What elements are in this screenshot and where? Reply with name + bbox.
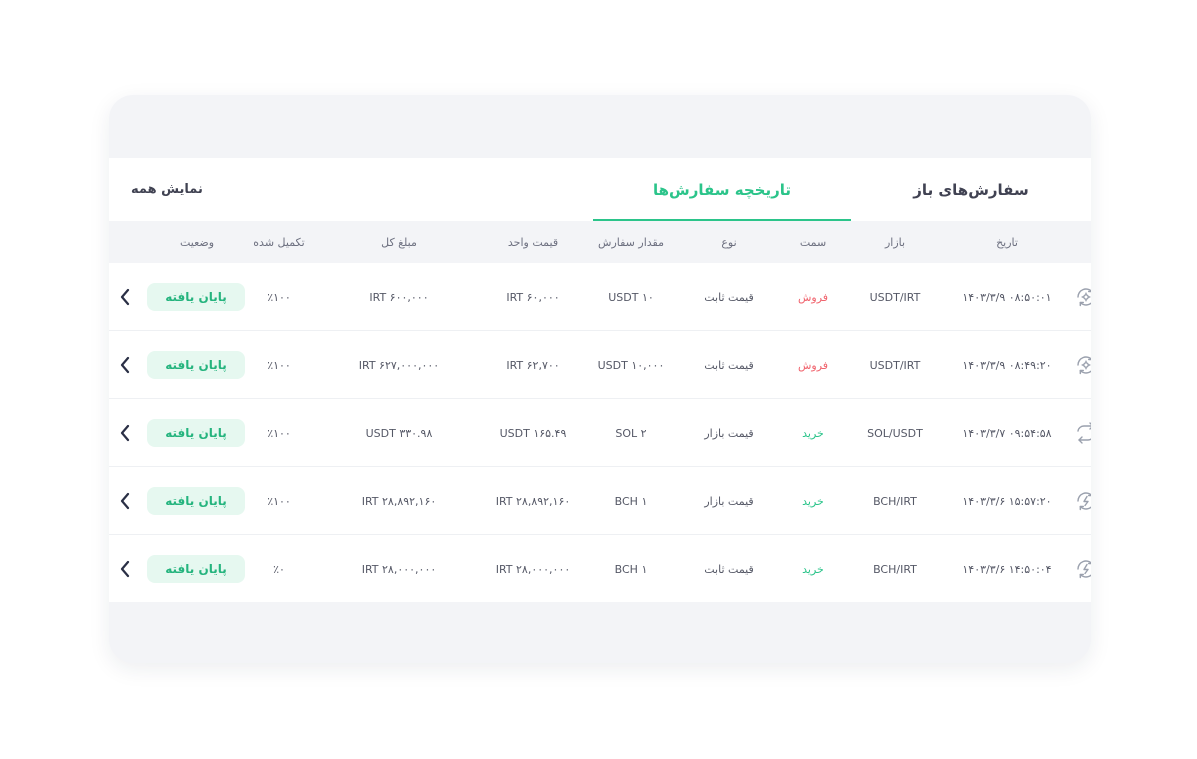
cell-type: قیمت ثابت: [704, 358, 754, 372]
cell-unit-price: IRT ۲۸,۰۰۰,۰۰۰: [495, 562, 571, 576]
table-row[interactable]: ۱۴۰۳/۳/۶ ۱۴:۵۰:۰۴ BCH/IRT خرید قیمت ثابت BCH…: [109, 535, 1091, 603]
cell-total: IRT ۲۸,۰۰۰,۰۰۰: [361, 562, 437, 576]
cell-total: IRT ۲۸,۸۹۲,۱۶۰: [361, 494, 437, 508]
header-side: سمت: [799, 235, 827, 249]
header-amount: مقدار سفارش: [598, 235, 664, 249]
lightning-refresh-icon: [1073, 489, 1091, 513]
chevron-left-icon[interactable]: [115, 489, 135, 513]
cell-total: USDT ۳۳۰.۹۸: [365, 426, 433, 440]
cell-filled: ٪۱۰۰: [267, 426, 291, 440]
tab-order-history[interactable]: تاریخچه سفارش‌ها: [593, 158, 851, 221]
tabs-bar: سفارش‌های باز تاریخچه سفارش‌ها نمایش همه: [109, 158, 1091, 221]
chevron-left-icon[interactable]: [115, 353, 135, 377]
status-badge: پایان یافته: [147, 351, 245, 379]
lightning-refresh-icon: [1073, 557, 1091, 581]
chevron-left-icon[interactable]: [115, 557, 135, 581]
cell-amount: SOL ۲: [615, 426, 647, 440]
header-filled: تکمیل شده: [253, 235, 305, 249]
status-badge: پایان یافته: [147, 555, 245, 583]
orders-panel: سفارش‌های باز تاریخچه سفارش‌ها نمایش همه…: [109, 158, 1091, 602]
cell-amount: BCH ۱: [614, 494, 648, 508]
cell-side: خرید: [802, 562, 824, 576]
cell-type: قیمت ثابت: [704, 290, 754, 304]
cell-filled: ٪۱۰۰: [267, 290, 291, 304]
cell-unit-price: IRT ۶۲,۷۰۰: [506, 358, 560, 372]
chevron-left-icon[interactable]: [115, 421, 135, 445]
cell-filled: ٪۱۰۰: [267, 358, 291, 372]
cell-market: SOL/USDT: [867, 426, 923, 440]
cell-date: ۱۴۰۳/۳/۷ ۰۹:۵۴:۵۸: [962, 426, 1052, 440]
cell-side: خرید: [802, 494, 824, 508]
cell-amount: USDT ۱۰,۰۰۰: [597, 358, 665, 372]
cell-total: IRT ۶۰۰,۰۰۰: [369, 290, 429, 304]
cell-market: BCH/IRT: [873, 562, 917, 576]
table-row[interactable]: ۱۴۰۳/۳/۶ ۱۵:۵۷:۲۰ BCH/IRT خرید قیمت بازار BC…: [109, 467, 1091, 535]
table-row[interactable]: ۱۴۰۳/۳/۹ ۰۸:۵۰:۰۱ USDT/IRT فروش قیمت ثابت US…: [109, 263, 1091, 331]
cell-amount: USDT ۱۰: [608, 290, 654, 304]
cell-date: ۱۴۰۳/۳/۹ ۰۸:۴۹:۲۰: [962, 358, 1052, 372]
cell-type: قیمت ثابت: [704, 562, 754, 576]
cell-unit-price: USDT ۱۶۵.۴۹: [499, 426, 567, 440]
settings-refresh-icon: [1073, 353, 1091, 377]
cell-side: فروش: [797, 358, 829, 372]
header-date: تاریخ: [996, 235, 1018, 249]
tab-open-orders[interactable]: سفارش‌های باز: [851, 158, 1091, 221]
cell-date: ۱۴۰۳/۳/۶ ۱۴:۵۰:۰۴: [962, 562, 1052, 576]
table-header: تاریخ بازار سمت نوع مقدار سفارش قیمت واح…: [109, 221, 1091, 263]
cell-unit-price: IRT ۶۰,۰۰۰: [506, 290, 560, 304]
cell-type: قیمت بازار: [704, 426, 754, 440]
cell-side: خرید: [802, 426, 824, 440]
orders-card: سفارش‌های باز تاریخچه سفارش‌ها نمایش همه…: [109, 95, 1091, 663]
table-row[interactable]: ۱۴۰۳/۳/۹ ۰۸:۴۹:۲۰ USDT/IRT فروش قیمت ثابت US…: [109, 331, 1091, 399]
cell-total: IRT ۶۲۷,۰۰۰,۰۰۰: [358, 358, 440, 372]
cell-filled: ٪۰: [273, 562, 285, 576]
header-unit-price: قیمت واحد: [507, 235, 559, 249]
header-total: مبلغ کل: [381, 235, 417, 249]
chevron-left-icon[interactable]: [115, 285, 135, 309]
swap-arrows-icon: [1073, 421, 1091, 445]
cell-unit-price: IRT ۲۸,۸۹۲,۱۶۰: [495, 494, 571, 508]
cell-type: قیمت بازار: [704, 494, 754, 508]
header-market: بازار: [884, 235, 906, 249]
cell-market: BCH/IRT: [873, 494, 917, 508]
status-badge: پایان یافته: [147, 487, 245, 515]
cell-filled: ٪۱۰۰: [267, 494, 291, 508]
header-status: وضعیت: [179, 235, 215, 249]
show-all-link[interactable]: نمایش همه: [131, 158, 203, 221]
cell-amount: BCH ۱: [614, 562, 648, 576]
status-badge: پایان یافته: [147, 283, 245, 311]
header-type: نوع: [721, 235, 737, 249]
cell-side: فروش: [797, 290, 829, 304]
status-badge: پایان یافته: [147, 419, 245, 447]
cell-date: ۱۴۰۳/۳/۹ ۰۸:۵۰:۰۱: [962, 290, 1052, 304]
table-row[interactable]: ۱۴۰۳/۳/۷ ۰۹:۵۴:۵۸ SOL/USDT خرید قیمت بازار S…: [109, 399, 1091, 467]
settings-refresh-icon: [1073, 285, 1091, 309]
cell-market: USDT/IRT: [869, 290, 921, 304]
cell-market: USDT/IRT: [869, 358, 921, 372]
cell-date: ۱۴۰۳/۳/۶ ۱۵:۵۷:۲۰: [962, 494, 1052, 508]
